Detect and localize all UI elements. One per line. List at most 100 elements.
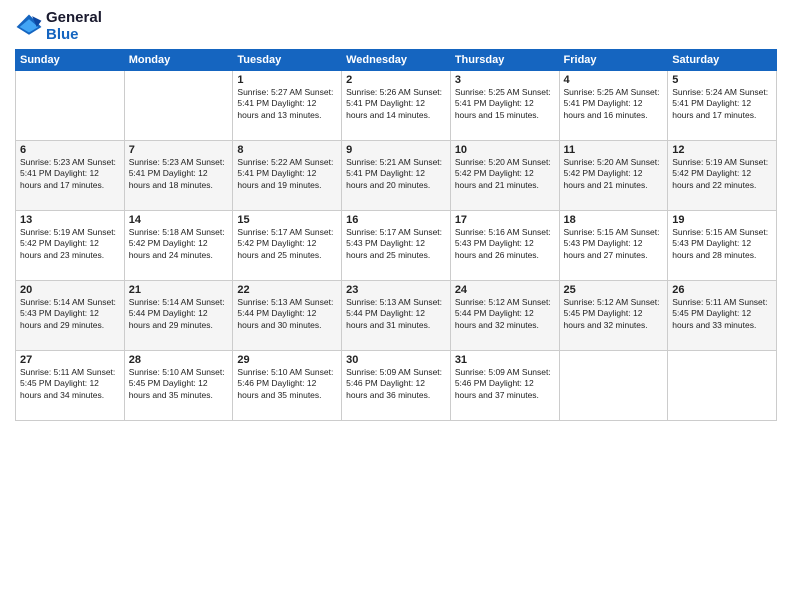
day-header-thursday: Thursday bbox=[450, 50, 559, 71]
day-header-saturday: Saturday bbox=[668, 50, 777, 71]
calendar-cell: 21Sunrise: 5:14 AM Sunset: 5:44 PM Dayli… bbox=[124, 281, 233, 351]
calendar-cell: 9Sunrise: 5:21 AM Sunset: 5:41 PM Daylig… bbox=[342, 141, 451, 211]
calendar-cell: 6Sunrise: 5:23 AM Sunset: 5:41 PM Daylig… bbox=[16, 141, 125, 211]
calendar-cell: 20Sunrise: 5:14 AM Sunset: 5:43 PM Dayli… bbox=[16, 281, 125, 351]
cell-content: Sunrise: 5:12 AM Sunset: 5:45 PM Dayligh… bbox=[564, 297, 664, 331]
week-row-4: 20Sunrise: 5:14 AM Sunset: 5:43 PM Dayli… bbox=[16, 281, 777, 351]
day-number: 7 bbox=[129, 144, 229, 156]
calendar-cell: 1Sunrise: 5:27 AM Sunset: 5:41 PM Daylig… bbox=[233, 71, 342, 141]
day-number: 18 bbox=[564, 214, 664, 226]
cell-content: Sunrise: 5:26 AM Sunset: 5:41 PM Dayligh… bbox=[346, 87, 446, 121]
calendar-cell: 24Sunrise: 5:12 AM Sunset: 5:44 PM Dayli… bbox=[450, 281, 559, 351]
calendar-cell: 13Sunrise: 5:19 AM Sunset: 5:42 PM Dayli… bbox=[16, 211, 125, 281]
day-number: 25 bbox=[564, 284, 664, 296]
cell-content: Sunrise: 5:11 AM Sunset: 5:45 PM Dayligh… bbox=[672, 297, 772, 331]
cell-content: Sunrise: 5:17 AM Sunset: 5:42 PM Dayligh… bbox=[237, 227, 337, 261]
cell-content: Sunrise: 5:14 AM Sunset: 5:44 PM Dayligh… bbox=[129, 297, 229, 331]
calendar-cell: 3Sunrise: 5:25 AM Sunset: 5:41 PM Daylig… bbox=[450, 71, 559, 141]
day-header-wednesday: Wednesday bbox=[342, 50, 451, 71]
day-number: 5 bbox=[672, 74, 772, 86]
cell-content: Sunrise: 5:16 AM Sunset: 5:43 PM Dayligh… bbox=[455, 227, 555, 261]
day-number: 4 bbox=[564, 74, 664, 86]
day-number: 30 bbox=[346, 354, 446, 366]
day-number: 13 bbox=[20, 214, 120, 226]
week-row-1: 1Sunrise: 5:27 AM Sunset: 5:41 PM Daylig… bbox=[16, 71, 777, 141]
cell-content: Sunrise: 5:19 AM Sunset: 5:42 PM Dayligh… bbox=[20, 227, 120, 261]
week-row-3: 13Sunrise: 5:19 AM Sunset: 5:42 PM Dayli… bbox=[16, 211, 777, 281]
day-number: 8 bbox=[237, 144, 337, 156]
cell-content: Sunrise: 5:14 AM Sunset: 5:43 PM Dayligh… bbox=[20, 297, 120, 331]
day-number: 1 bbox=[237, 74, 337, 86]
cell-content: Sunrise: 5:10 AM Sunset: 5:45 PM Dayligh… bbox=[129, 367, 229, 401]
logo-text-blue: Blue bbox=[46, 26, 79, 43]
cell-content: Sunrise: 5:18 AM Sunset: 5:42 PM Dayligh… bbox=[129, 227, 229, 261]
day-header-sunday: Sunday bbox=[16, 50, 125, 71]
calendar-cell: 26Sunrise: 5:11 AM Sunset: 5:45 PM Dayli… bbox=[668, 281, 777, 351]
calendar-cell: 10Sunrise: 5:20 AM Sunset: 5:42 PM Dayli… bbox=[450, 141, 559, 211]
calendar-cell bbox=[124, 71, 233, 141]
day-number: 14 bbox=[129, 214, 229, 226]
calendar-cell: 11Sunrise: 5:20 AM Sunset: 5:42 PM Dayli… bbox=[559, 141, 668, 211]
cell-content: Sunrise: 5:23 AM Sunset: 5:41 PM Dayligh… bbox=[129, 157, 229, 191]
logo-text-general: General bbox=[46, 9, 102, 26]
day-number: 12 bbox=[672, 144, 772, 156]
day-header-monday: Monday bbox=[124, 50, 233, 71]
week-row-5: 27Sunrise: 5:11 AM Sunset: 5:45 PM Dayli… bbox=[16, 351, 777, 421]
day-number: 31 bbox=[455, 354, 555, 366]
day-header-friday: Friday bbox=[559, 50, 668, 71]
day-number: 17 bbox=[455, 214, 555, 226]
calendar-cell: 14Sunrise: 5:18 AM Sunset: 5:42 PM Dayli… bbox=[124, 211, 233, 281]
calendar-cell: 7Sunrise: 5:23 AM Sunset: 5:41 PM Daylig… bbox=[124, 141, 233, 211]
day-number: 19 bbox=[672, 214, 772, 226]
day-number: 26 bbox=[672, 284, 772, 296]
cell-content: Sunrise: 5:13 AM Sunset: 5:44 PM Dayligh… bbox=[346, 297, 446, 331]
cell-content: Sunrise: 5:23 AM Sunset: 5:41 PM Dayligh… bbox=[20, 157, 120, 191]
calendar-cell: 25Sunrise: 5:12 AM Sunset: 5:45 PM Dayli… bbox=[559, 281, 668, 351]
day-number: 15 bbox=[237, 214, 337, 226]
cell-content: Sunrise: 5:25 AM Sunset: 5:41 PM Dayligh… bbox=[564, 87, 664, 121]
cell-content: Sunrise: 5:15 AM Sunset: 5:43 PM Dayligh… bbox=[672, 227, 772, 261]
calendar-cell: 23Sunrise: 5:13 AM Sunset: 5:44 PM Dayli… bbox=[342, 281, 451, 351]
calendar-cell bbox=[16, 71, 125, 141]
day-number: 22 bbox=[237, 284, 337, 296]
cell-content: Sunrise: 5:11 AM Sunset: 5:45 PM Dayligh… bbox=[20, 367, 120, 401]
day-number: 23 bbox=[346, 284, 446, 296]
cell-content: Sunrise: 5:27 AM Sunset: 5:41 PM Dayligh… bbox=[237, 87, 337, 121]
cell-content: Sunrise: 5:25 AM Sunset: 5:41 PM Dayligh… bbox=[455, 87, 555, 121]
calendar-cell bbox=[559, 351, 668, 421]
cell-content: Sunrise: 5:13 AM Sunset: 5:44 PM Dayligh… bbox=[237, 297, 337, 331]
logo-icon bbox=[15, 13, 43, 41]
calendar-cell: 29Sunrise: 5:10 AM Sunset: 5:46 PM Dayli… bbox=[233, 351, 342, 421]
day-number: 9 bbox=[346, 144, 446, 156]
calendar-cell: 22Sunrise: 5:13 AM Sunset: 5:44 PM Dayli… bbox=[233, 281, 342, 351]
day-number: 2 bbox=[346, 74, 446, 86]
calendar-cell: 28Sunrise: 5:10 AM Sunset: 5:45 PM Dayli… bbox=[124, 351, 233, 421]
day-number: 20 bbox=[20, 284, 120, 296]
calendar-cell bbox=[668, 351, 777, 421]
calendar-cell: 16Sunrise: 5:17 AM Sunset: 5:43 PM Dayli… bbox=[342, 211, 451, 281]
week-row-2: 6Sunrise: 5:23 AM Sunset: 5:41 PM Daylig… bbox=[16, 141, 777, 211]
cell-content: Sunrise: 5:20 AM Sunset: 5:42 PM Dayligh… bbox=[564, 157, 664, 191]
calendar-cell: 17Sunrise: 5:16 AM Sunset: 5:43 PM Dayli… bbox=[450, 211, 559, 281]
calendar-cell: 15Sunrise: 5:17 AM Sunset: 5:42 PM Dayli… bbox=[233, 211, 342, 281]
calendar-cell: 31Sunrise: 5:09 AM Sunset: 5:46 PM Dayli… bbox=[450, 351, 559, 421]
page: General Blue SundayMondayTuesdayWednesda… bbox=[0, 0, 792, 612]
calendar-cell: 12Sunrise: 5:19 AM Sunset: 5:42 PM Dayli… bbox=[668, 141, 777, 211]
calendar-cell: 5Sunrise: 5:24 AM Sunset: 5:41 PM Daylig… bbox=[668, 71, 777, 141]
cell-content: Sunrise: 5:22 AM Sunset: 5:41 PM Dayligh… bbox=[237, 157, 337, 191]
day-number: 10 bbox=[455, 144, 555, 156]
day-number: 24 bbox=[455, 284, 555, 296]
calendar-table: SundayMondayTuesdayWednesdayThursdayFrid… bbox=[15, 49, 777, 421]
day-number: 21 bbox=[129, 284, 229, 296]
calendar-cell: 18Sunrise: 5:15 AM Sunset: 5:43 PM Dayli… bbox=[559, 211, 668, 281]
day-number: 16 bbox=[346, 214, 446, 226]
header-row: SundayMondayTuesdayWednesdayThursdayFrid… bbox=[16, 50, 777, 71]
calendar-cell: 2Sunrise: 5:26 AM Sunset: 5:41 PM Daylig… bbox=[342, 71, 451, 141]
calendar-cell: 8Sunrise: 5:22 AM Sunset: 5:41 PM Daylig… bbox=[233, 141, 342, 211]
cell-content: Sunrise: 5:12 AM Sunset: 5:44 PM Dayligh… bbox=[455, 297, 555, 331]
cell-content: Sunrise: 5:17 AM Sunset: 5:43 PM Dayligh… bbox=[346, 227, 446, 261]
logo: General Blue bbox=[15, 10, 102, 43]
day-number: 29 bbox=[237, 354, 337, 366]
day-number: 28 bbox=[129, 354, 229, 366]
day-number: 27 bbox=[20, 354, 120, 366]
